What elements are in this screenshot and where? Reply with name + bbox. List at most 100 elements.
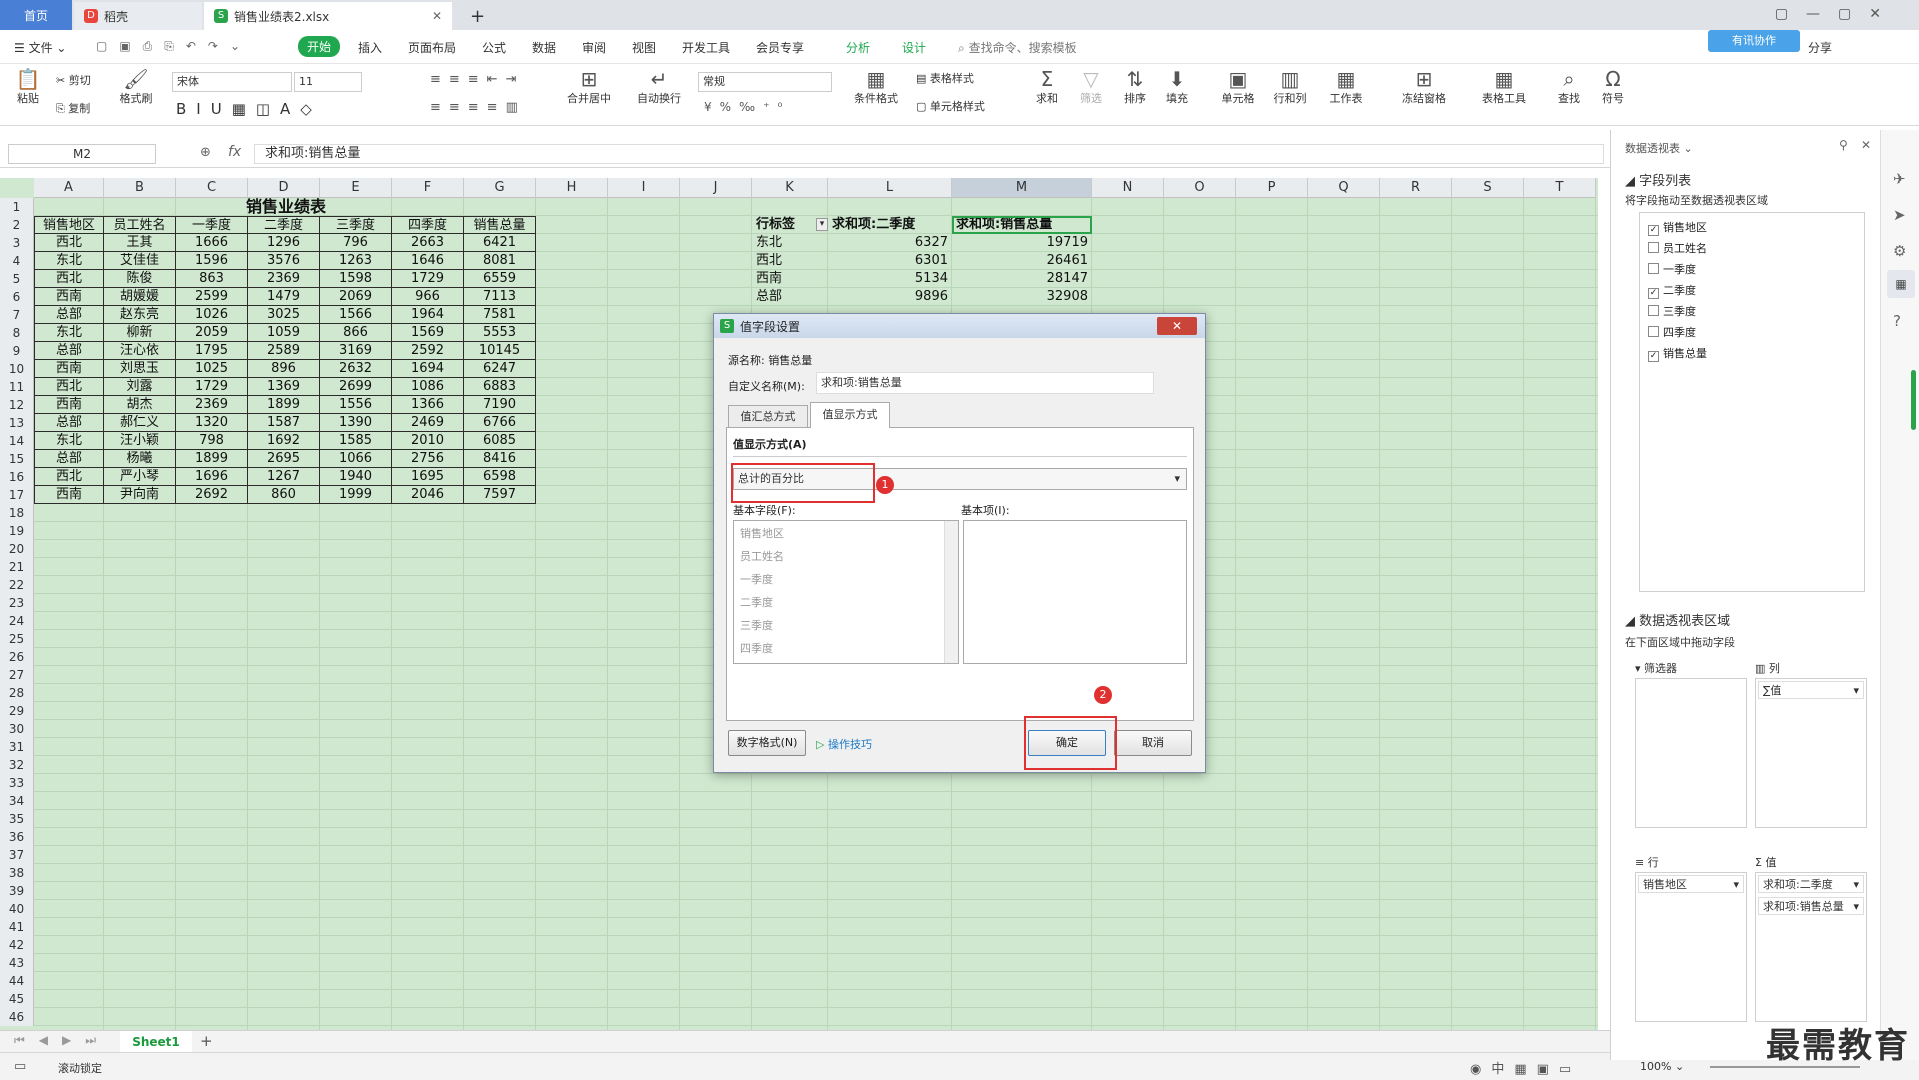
table-cell[interactable]: 2599 bbox=[176, 288, 248, 306]
table-header-cell[interactable]: 销售总量 bbox=[464, 216, 536, 234]
table-cell[interactable]: 西南 bbox=[34, 396, 104, 414]
table-cell[interactable]: 郝仁义 bbox=[104, 414, 176, 432]
sheet-tab-sheet1[interactable]: Sheet1 bbox=[120, 1031, 192, 1053]
pivot-cell[interactable]: 5134 bbox=[832, 270, 948, 288]
pivot-header-cell[interactable]: 求和项:二季度 bbox=[832, 216, 948, 234]
table-cell[interactable]: 7190 bbox=[464, 396, 536, 414]
table-cell[interactable]: 2632 bbox=[320, 360, 392, 378]
cancel-button[interactable]: 取消 bbox=[1114, 730, 1192, 756]
row-label-filter-icon[interactable]: ▾ bbox=[816, 218, 828, 231]
table-header-cell[interactable]: 销售地区 bbox=[34, 216, 104, 234]
table-cell[interactable]: 1596 bbox=[176, 252, 248, 270]
menu-file[interactable]: ☰ 文件 ⌄ bbox=[14, 39, 66, 56]
table-cell[interactable]: 1646 bbox=[392, 252, 464, 270]
menu-formula[interactable]: 公式 bbox=[482, 39, 506, 56]
field-item[interactable]: 四季度 bbox=[1648, 324, 1696, 340]
checkbox-icon[interactable]: ✓ bbox=[1648, 288, 1659, 299]
tab-summarize-by[interactable]: 值汇总方式 bbox=[728, 405, 808, 427]
fill-button[interactable]: ⬇ 填充 bbox=[1160, 68, 1194, 106]
menu-member[interactable]: 会员专享 bbox=[756, 39, 804, 56]
row-header[interactable]: 10 bbox=[0, 360, 34, 378]
row-header[interactable]: 28 bbox=[0, 684, 34, 702]
checkbox-icon[interactable]: ✓ bbox=[1648, 225, 1659, 236]
close-tab-icon[interactable]: ✕ bbox=[432, 9, 442, 23]
formula-input[interactable]: 求和项:销售总量 bbox=[254, 144, 1604, 164]
row-item-region[interactable]: 销售地区 ▾ bbox=[1638, 875, 1744, 893]
row-header[interactable]: 7 bbox=[0, 306, 34, 324]
filter-button[interactable]: ▽ 筛选 bbox=[1074, 68, 1108, 106]
table-cell[interactable]: 1556 bbox=[320, 396, 392, 414]
value-area-box[interactable]: 求和项:二季度 ▾ 求和项:销售总量 ▾ bbox=[1755, 872, 1867, 1022]
align-icons-2[interactable]: ≡≡≡≡▥ bbox=[430, 100, 526, 115]
row-header[interactable]: 44 bbox=[0, 972, 34, 990]
table-cell[interactable]: 陈俊 bbox=[104, 270, 176, 288]
table-cell[interactable]: 尹向南 bbox=[104, 486, 176, 504]
base-field-item[interactable]: 员工姓名 bbox=[740, 548, 784, 564]
tab-show-values-as[interactable]: 值显示方式 bbox=[810, 402, 890, 428]
table-cell[interactable]: 赵东亮 bbox=[104, 306, 176, 324]
row-header[interactable]: 32 bbox=[0, 756, 34, 774]
table-cell[interactable]: 866 bbox=[320, 324, 392, 342]
base-field-item[interactable]: 一季度 bbox=[740, 571, 773, 587]
base-field-scrollbar[interactable] bbox=[944, 521, 958, 663]
table-cell[interactable]: 896 bbox=[248, 360, 320, 378]
table-cell[interactable]: 胡媛媛 bbox=[104, 288, 176, 306]
column-header[interactable]: F bbox=[392, 178, 464, 198]
table-cell[interactable]: 6085 bbox=[464, 432, 536, 450]
table-cell[interactable]: 2663 bbox=[392, 234, 464, 252]
symbol-button[interactable]: Ω 符号 bbox=[1596, 68, 1630, 106]
table-cell[interactable]: 艾佳佳 bbox=[104, 252, 176, 270]
wrap-button[interactable]: ↵ 自动换行 bbox=[630, 68, 688, 106]
row-header[interactable]: 25 bbox=[0, 630, 34, 648]
pivot-cell[interactable]: 26461 bbox=[956, 252, 1088, 270]
freeze-button[interactable]: ⊞ 冻结窗格 bbox=[1394, 68, 1454, 106]
row-header[interactable]: 42 bbox=[0, 936, 34, 954]
sheet-nav-icons[interactable]: ⏮◀▶⏭ bbox=[14, 1033, 110, 1048]
column-header[interactable]: S bbox=[1452, 178, 1524, 198]
table-cell[interactable]: 杨曦 bbox=[104, 450, 176, 468]
table-cell[interactable]: 2010 bbox=[392, 432, 464, 450]
align-icons[interactable]: ≡≡≡⇤⇥ bbox=[430, 72, 524, 87]
row-header[interactable]: 2 bbox=[0, 216, 34, 234]
format-brush-button[interactable]: 🖌 格式刷 bbox=[118, 68, 154, 106]
table-cell[interactable]: 1086 bbox=[392, 378, 464, 396]
table-cell[interactable]: 2756 bbox=[392, 450, 464, 468]
row-header[interactable]: 37 bbox=[0, 846, 34, 864]
row-header[interactable]: 26 bbox=[0, 648, 34, 666]
table-cell[interactable]: 汪心依 bbox=[104, 342, 176, 360]
row-header[interactable]: 24 bbox=[0, 612, 34, 630]
cursor-icon[interactable]: ➤ bbox=[1893, 206, 1906, 224]
table-cell[interactable]: 1026 bbox=[176, 306, 248, 324]
custom-name-input[interactable]: 求和项:销售总量 bbox=[816, 372, 1154, 394]
table-cell[interactable]: 3169 bbox=[320, 342, 392, 360]
row-header[interactable]: 27 bbox=[0, 666, 34, 684]
row-header[interactable]: 19 bbox=[0, 522, 34, 540]
table-cell[interactable]: 东北 bbox=[34, 432, 104, 450]
name-box[interactable]: M2 bbox=[8, 144, 156, 164]
base-field-item[interactable]: 三季度 bbox=[740, 617, 773, 633]
column-header[interactable]: P bbox=[1236, 178, 1308, 198]
table-cell[interactable]: 东北 bbox=[34, 324, 104, 342]
table-cell[interactable]: 柳新 bbox=[104, 324, 176, 342]
table-cell[interactable]: 西北 bbox=[34, 234, 104, 252]
row-header[interactable]: 6 bbox=[0, 288, 34, 306]
table-cell[interactable]: 2369 bbox=[248, 270, 320, 288]
table-cell[interactable]: 1566 bbox=[320, 306, 392, 324]
table-header-cell[interactable]: 三季度 bbox=[320, 216, 392, 234]
table-cell[interactable]: 汪小颖 bbox=[104, 432, 176, 450]
column-item-values[interactable]: ∑值 ▾ bbox=[1758, 681, 1864, 699]
conditional-format-button[interactable]: ▦ 条件格式 bbox=[846, 68, 906, 106]
view-mode-icons[interactable]: ◉中▦▣▭ bbox=[1470, 1058, 1581, 1077]
zoom-formula-icon[interactable]: ⊕ bbox=[200, 145, 211, 160]
table-cell[interactable]: 1320 bbox=[176, 414, 248, 432]
tab-file[interactable]: S 销售业绩表2.xlsx ✕ bbox=[204, 2, 452, 30]
rowcol-button[interactable]: ▥ 行和列 bbox=[1268, 68, 1312, 106]
row-header[interactable]: 36 bbox=[0, 828, 34, 846]
column-header[interactable]: J bbox=[680, 178, 752, 198]
pivot-cell[interactable]: 6327 bbox=[832, 234, 948, 252]
quick-access-icons[interactable]: ▢▣⎙⎘↶↷⌄ bbox=[96, 39, 252, 54]
row-header[interactable]: 17 bbox=[0, 486, 34, 504]
column-header[interactable]: E bbox=[320, 178, 392, 198]
font-size-select[interactable]: 11 bbox=[294, 72, 362, 92]
row-header[interactable]: 33 bbox=[0, 774, 34, 792]
